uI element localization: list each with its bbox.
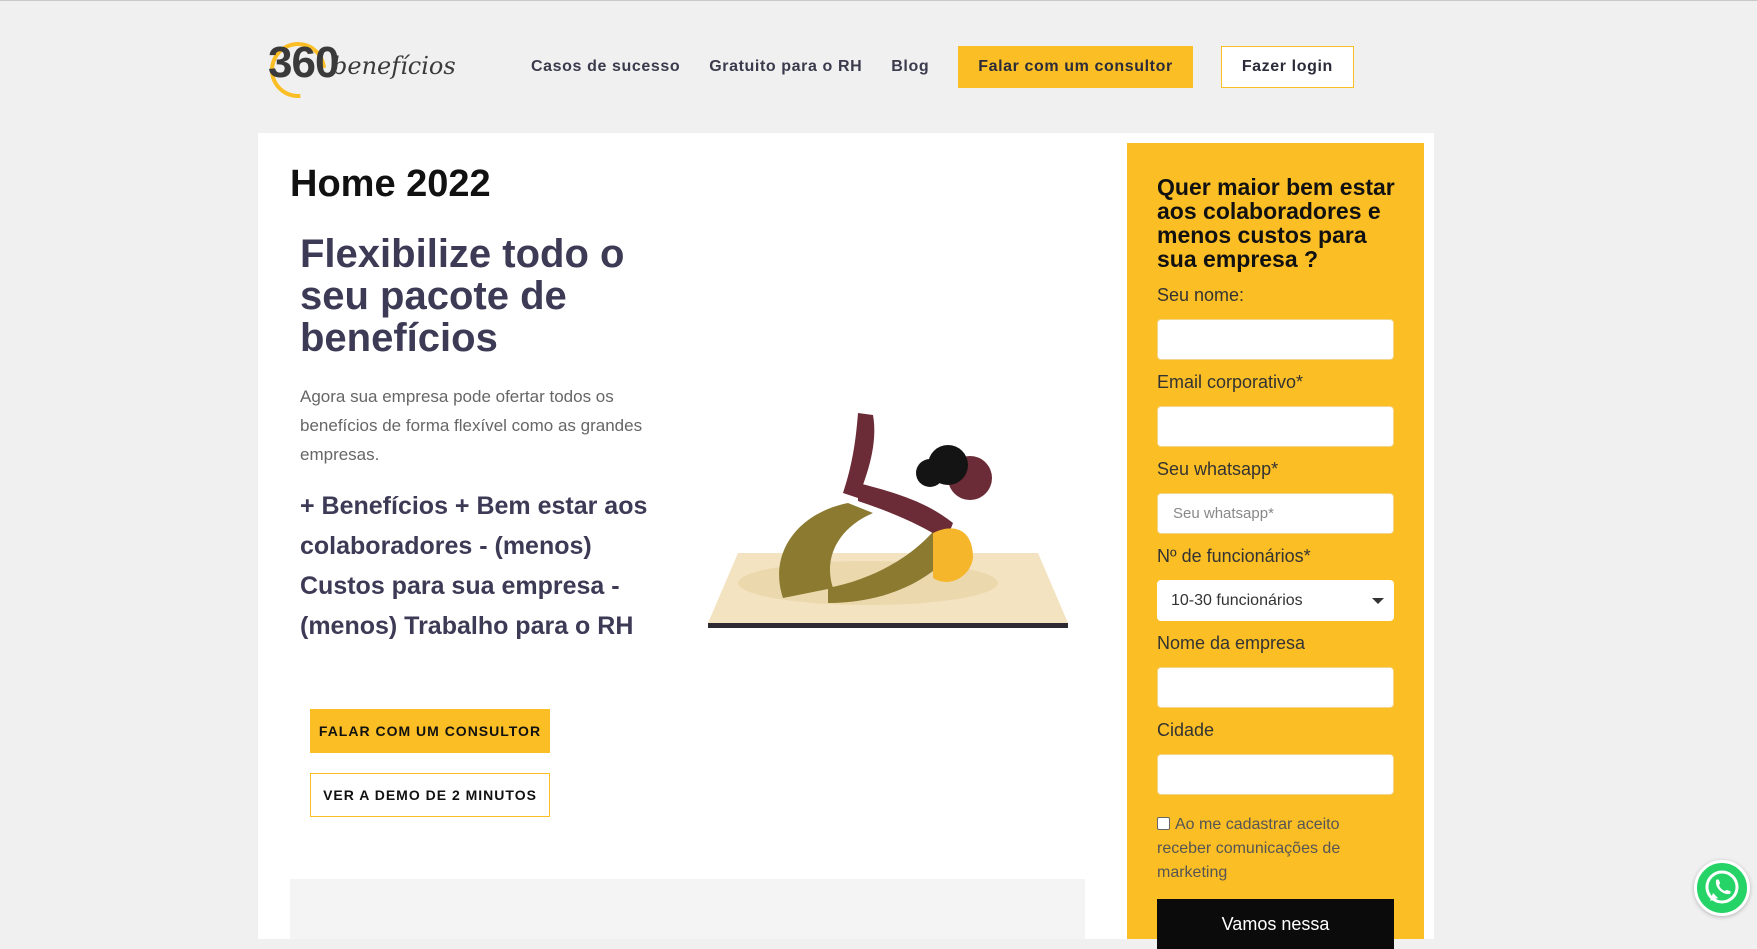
- talk-consultant-button[interactable]: FALAR COM UM CONSULTOR: [310, 709, 550, 753]
- logo[interactable]: 360 benefícios: [258, 30, 456, 110]
- body-hair-bun: [916, 459, 944, 487]
- main-nav: Casos de sucesso Gratuito para o RH Blog…: [531, 46, 1354, 88]
- city-input[interactable]: [1157, 754, 1394, 795]
- employees-label: Nº de funcionários*: [1157, 546, 1311, 566]
- email-label: Email corporativo*: [1157, 372, 1304, 392]
- whatsapp-input[interactable]: [1157, 493, 1394, 534]
- whatsapp-glyph: [1705, 870, 1739, 904]
- city-label: Cidade: [1157, 720, 1215, 740]
- page-title: Home 2022: [290, 163, 491, 205]
- yoga-illustration: [708, 413, 1068, 628]
- body-leg-up: [843, 413, 875, 498]
- site-header: 360 benefícios Casos de sucesso Gratuito…: [0, 0, 1757, 130]
- company-input[interactable]: [1157, 667, 1394, 708]
- hero-highlight: + Benefícios + Bem estar aos colaborador…: [300, 492, 648, 640]
- employees-value: 10-30 funcionários: [1171, 592, 1303, 609]
- consent-row: Ao me cadastrar aceito receber comunicaç…: [1157, 813, 1387, 885]
- email-input[interactable]: [1157, 406, 1394, 447]
- nav-consultor-button[interactable]: Falar com um consultor: [958, 46, 1193, 88]
- checkbox-icon[interactable]: [1157, 817, 1170, 830]
- chevron-down-icon: [1372, 598, 1384, 604]
- form-title: Quer maior bem estar aos colaboradores e…: [1157, 174, 1395, 272]
- nav-login-button[interactable]: Fazer login: [1220, 46, 1354, 88]
- hero-description: Agora sua empresa pode ofertar todos os …: [300, 387, 643, 464]
- name-input[interactable]: [1157, 319, 1394, 360]
- watch-demo-button[interactable]: VER A DEMO DE 2 MINUTOS: [310, 773, 550, 817]
- employees-select[interactable]: 10-30 funcionários: [1157, 580, 1394, 621]
- submit-button[interactable]: Vamos nessa: [1157, 899, 1394, 949]
- logo-word: benefícios: [332, 52, 456, 80]
- company-label: Nome da empresa: [1157, 633, 1306, 653]
- nav-link-casos[interactable]: Casos de sucesso: [531, 46, 680, 88]
- whatsapp-label: Seu whatsapp*: [1157, 459, 1279, 479]
- lead-form: Quer maior bem estar aos colaboradores e…: [1127, 143, 1424, 949]
- consent-text: Ao me cadastrar aceito receber comunicaç…: [1157, 816, 1341, 881]
- hero-title: Flexibilize todo o seu pacote de benefíc…: [300, 232, 625, 360]
- content-placeholder: [290, 879, 1085, 939]
- whatsapp-icon[interactable]: [1694, 860, 1750, 916]
- nav-link-blog[interactable]: Blog: [891, 46, 929, 88]
- nav-link-gratuito[interactable]: Gratuito para o RH: [709, 46, 862, 88]
- logo-number: 360: [268, 38, 339, 87]
- yoga-mat-edge: [708, 623, 1068, 628]
- name-label: Seu nome:: [1157, 285, 1245, 305]
